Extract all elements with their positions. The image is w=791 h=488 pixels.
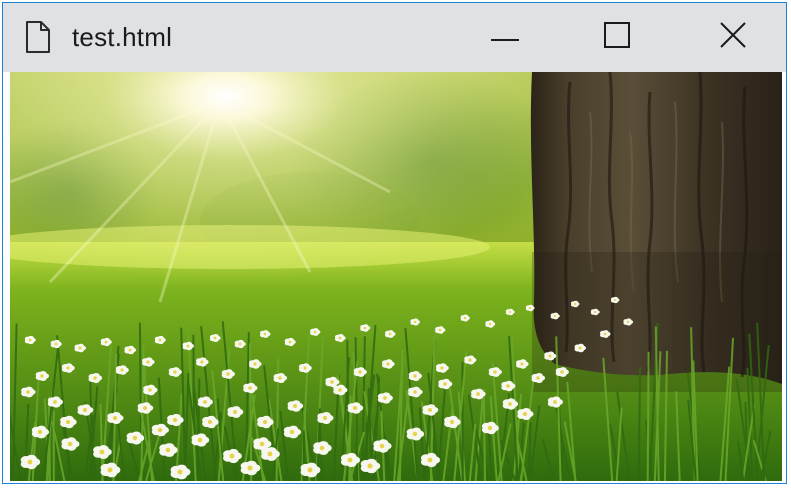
close-button[interactable]	[693, 3, 773, 72]
document-icon	[25, 20, 51, 54]
close-icon	[720, 22, 746, 53]
page-content	[10, 72, 782, 481]
minimize-icon	[491, 29, 519, 47]
grass-blade	[646, 351, 650, 481]
minimize-button[interactable]	[465, 3, 545, 72]
grass-blade	[637, 367, 641, 481]
app-window: test.html	[2, 2, 787, 484]
grass-blade	[365, 422, 369, 481]
title-bar[interactable]: test.html	[3, 3, 786, 72]
grass-blade	[482, 389, 486, 481]
maximize-icon	[604, 22, 630, 53]
maximize-button[interactable]	[577, 3, 657, 72]
window-title: test.html	[72, 22, 173, 52]
meadow-tree-image	[10, 72, 782, 481]
